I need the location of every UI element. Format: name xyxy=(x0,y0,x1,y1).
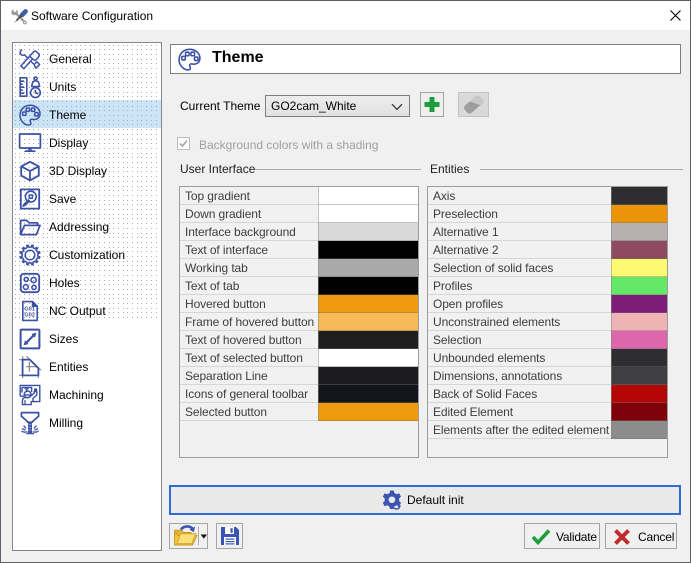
svg-text:G02: G02 xyxy=(24,312,35,318)
